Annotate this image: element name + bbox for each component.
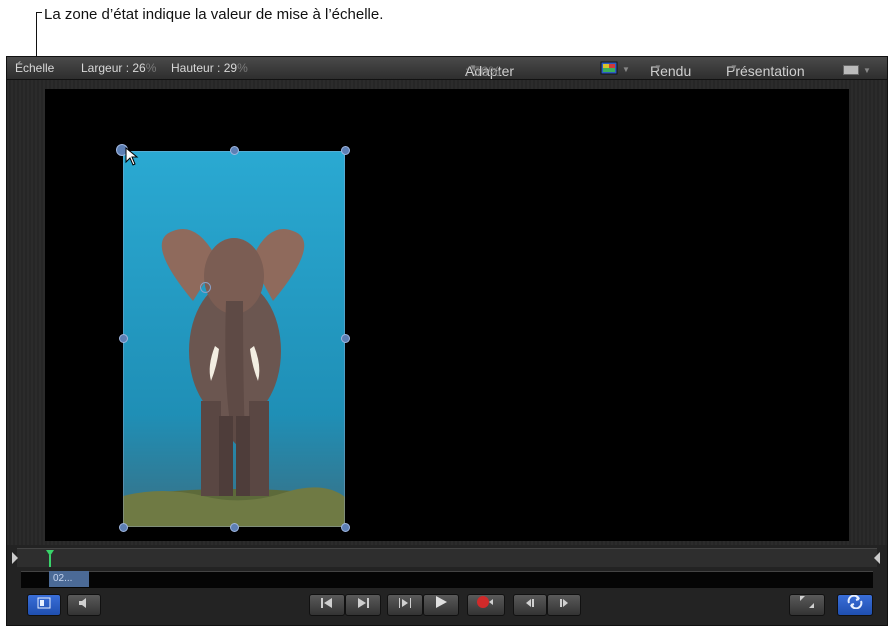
next-frame-icon (560, 599, 568, 607)
record-button[interactable] (467, 594, 505, 616)
channels-menu[interactable]: ▼ (600, 61, 630, 79)
next-frame-button[interactable] (547, 594, 581, 616)
previous-frame-icon (526, 599, 534, 607)
callout-leader-tick (36, 12, 42, 13)
scale-handle-bottom-right[interactable] (341, 523, 350, 532)
height-readout: Hauteur : 29% (171, 61, 248, 75)
mini-timeline[interactable] (12, 548, 880, 567)
layout-menu[interactable]: ▼ (843, 62, 871, 80)
pointer-cursor-icon (125, 147, 139, 166)
loop-icon (847, 594, 863, 610)
chevron-down-icon: ▼ (730, 63, 738, 72)
layout-icon (843, 65, 859, 75)
play-selection-button[interactable] (387, 594, 423, 616)
canvas (45, 89, 849, 541)
previous-frame-button[interactable] (513, 594, 547, 616)
speaker-icon (79, 598, 86, 608)
loop-playback-button[interactable] (837, 594, 873, 616)
scale-handle-bottom[interactable] (230, 523, 239, 532)
go-to-start-button[interactable] (309, 594, 345, 616)
record-icon (477, 596, 493, 608)
skip-to-end-icon (358, 598, 369, 608)
play-range-icon (399, 598, 411, 608)
scale-handle-top[interactable] (230, 146, 239, 155)
height-label: Hauteur : (171, 61, 224, 75)
scale-handle-right[interactable] (341, 334, 350, 343)
play-icon (436, 596, 447, 608)
chevron-down-icon: ▼ (469, 63, 477, 72)
status-bar: Échelle Largeur : 26% Hauteur : 29% Adap… (7, 57, 887, 80)
scale-handle-bottom-left[interactable] (119, 523, 128, 532)
selection-bounding-box (123, 151, 345, 527)
tool-name: Échelle (15, 61, 55, 75)
viewer-area (7, 80, 887, 545)
playhead-icon[interactable] (45, 549, 55, 567)
canvas-window: Échelle Largeur : 26% Hauteur : 29% Adap… (6, 56, 888, 626)
expand-icon (800, 596, 814, 608)
timeline-clip[interactable]: 02... (49, 571, 89, 587)
skip-to-start-icon (321, 598, 332, 608)
callout-leader-line (36, 12, 37, 60)
callout-text: La zone d’état indique la valeur de mise… (44, 6, 384, 23)
chevron-down-icon: ▼ (622, 65, 630, 74)
play-button[interactable] (423, 594, 459, 616)
color-channels-icon (600, 61, 618, 75)
width-unit: % (145, 61, 157, 75)
transport-bar: 02... (7, 545, 887, 625)
in-point-marker-icon[interactable] (11, 551, 19, 565)
scale-handle-left[interactable] (119, 334, 128, 343)
width-value: 26 (132, 61, 146, 75)
chevron-down-icon: ▼ (654, 63, 662, 72)
height-unit: % (237, 61, 248, 75)
layers-toggle-icon (37, 597, 51, 609)
width-readout: Largeur : 26% (81, 61, 156, 75)
audio-toggle-button[interactable] (67, 594, 101, 616)
mini-timeline-track (21, 571, 873, 588)
scale-handle-top-right[interactable] (341, 146, 350, 155)
height-value: 29 (223, 61, 238, 75)
go-to-end-button[interactable] (345, 594, 381, 616)
full-screen-button[interactable] (789, 594, 825, 616)
width-label: Largeur : (81, 61, 133, 75)
out-point-marker-icon[interactable] (873, 551, 881, 565)
chevron-down-icon: ▼ (863, 66, 871, 75)
show-timing-button[interactable] (27, 594, 61, 616)
anchor-point-handle[interactable] (200, 282, 211, 293)
